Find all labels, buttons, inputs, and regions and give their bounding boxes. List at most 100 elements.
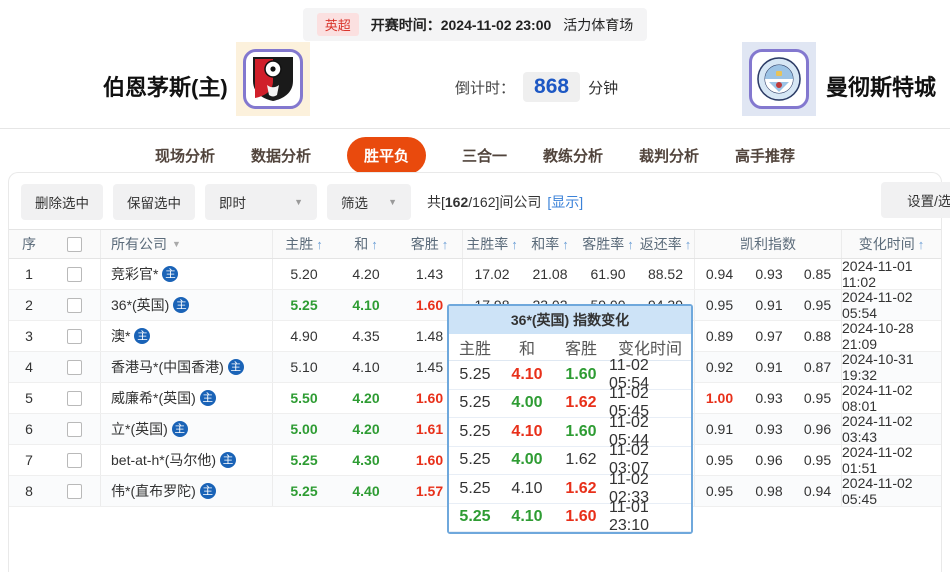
time-filter-select[interactable]: 即时 ▼ <box>205 184 317 220</box>
draw-odds: 4.20 <box>335 383 397 413</box>
popup-header-home: 主胜 <box>449 335 501 359</box>
sort-asc-icon: ↑ <box>685 237 692 252</box>
header-draw-odds[interactable]: 和↑ <box>335 230 397 258</box>
row-checkbox[interactable] <box>67 453 82 468</box>
header-draw-rate[interactable]: 和率↑ <box>521 230 579 258</box>
toolbar: 删除选中 保留选中 即时 ▼ 筛选 ▼ 共[162/162]间公司 [显示] 设… <box>9 173 941 229</box>
row-seq: 6 <box>9 414 49 444</box>
tab-3[interactable]: 胜平负 <box>347 137 426 174</box>
rate-value: 17.02 <box>463 259 521 289</box>
company-cell[interactable]: 36*(英国)主 <box>101 290 273 320</box>
draw-odds: 4.35 <box>335 321 397 351</box>
row-checkbox-cell <box>49 414 101 444</box>
row-seq: 8 <box>9 476 49 506</box>
filter-value: 筛选 <box>341 192 368 212</box>
draw-odds: 4.10 <box>335 352 397 382</box>
draw-odds: 4.40 <box>335 476 397 506</box>
away-team-badge <box>742 42 816 116</box>
kelly-value: 0.94 <box>794 476 842 506</box>
company-cell[interactable]: 澳*主 <box>101 321 273 351</box>
row-checkbox[interactable] <box>67 298 82 313</box>
popup-home-odds: 5.25 <box>449 451 501 469</box>
row-checkbox[interactable] <box>67 360 82 375</box>
host-badge-icon: 主 <box>172 421 188 437</box>
company-name: 澳* <box>111 326 130 346</box>
change-time: 2024-11-02 05:54 <box>842 290 941 320</box>
rate-value: 61.90 <box>579 259 637 289</box>
popup-away-odds: 1.62 <box>553 480 609 498</box>
company-cell[interactable]: 立*(英国)主 <box>101 414 273 444</box>
header-home-rate[interactable]: 主胜率↑ <box>463 230 521 258</box>
kelly-value: 0.97 <box>744 321 794 351</box>
countdown-label: 倒计时： <box>455 77 515 98</box>
company-cell[interactable]: 竞彩官*主 <box>101 259 273 289</box>
company-cell[interactable]: bet-at-h*(马尔他)主 <box>101 445 273 475</box>
match-info-pill: 英超 开赛时间：2024-11-02 23:00 活力体育场 <box>303 8 648 41</box>
popup-home-odds: 5.25 <box>449 508 501 526</box>
tab-2[interactable]: 数据分析 <box>251 145 311 166</box>
change-time: 2024-11-02 03:43 <box>842 414 941 444</box>
header-payout-rate[interactable]: 返还率↑ <box>637 230 695 258</box>
man-city-crest-icon <box>755 55 803 103</box>
row-checkbox[interactable] <box>67 484 82 499</box>
sort-asc-icon: ↑ <box>316 237 323 252</box>
row-seq: 7 <box>9 445 49 475</box>
countdown-unit: 分钟 <box>588 77 618 98</box>
tab-7[interactable]: 高手推荐 <box>735 145 795 166</box>
tab-5[interactable]: 教练分析 <box>543 145 603 166</box>
company-cell[interactable]: 威廉希*(英国)主 <box>101 383 273 413</box>
change-time: 2024-11-01 11:02 <box>842 259 941 289</box>
settings-button[interactable]: 设置/选择 <box>881 182 950 218</box>
popup-home-odds: 5.25 <box>449 366 501 384</box>
company-name: 香港马*(中国香港) <box>111 357 224 377</box>
draw-odds: 4.10 <box>335 290 397 320</box>
home-team-name: 伯恩茅斯(主) <box>103 70 228 102</box>
tab-4[interactable]: 三合一 <box>462 145 507 166</box>
host-badge-icon: 主 <box>162 266 178 282</box>
row-seq: 4 <box>9 352 49 382</box>
popup-body: 5.254.101.6011-02 05:545.254.001.6211-02… <box>449 361 691 532</box>
popup-away-odds: 1.62 <box>553 451 609 469</box>
countdown: 倒计时： 868 分钟 <box>455 72 618 102</box>
row-checkbox-cell <box>49 383 101 413</box>
chevron-down-icon: ▼ <box>172 239 181 249</box>
keep-selected-button[interactable]: 保留选中 <box>113 184 195 220</box>
popup-draw-odds: 4.10 <box>501 508 553 526</box>
header-away-rate[interactable]: 客胜率↑ <box>579 230 637 258</box>
row-seq: 5 <box>9 383 49 413</box>
host-badge-icon: 主 <box>134 328 150 344</box>
popup-header-time: 变化时间 <box>609 335 691 359</box>
home-odds: 5.20 <box>273 259 335 289</box>
header-away-odds[interactable]: 客胜↑ <box>397 230 463 258</box>
delete-selected-button[interactable]: 删除选中 <box>21 184 103 220</box>
company-cell[interactable]: 香港马*(中国香港)主 <box>101 352 273 382</box>
row-checkbox[interactable] <box>67 391 82 406</box>
company-cell[interactable]: 伟*(直布罗陀)主 <box>101 476 273 506</box>
header-change-time[interactable]: 变化时间↑ <box>842 230 941 258</box>
header-divider <box>0 128 950 129</box>
odds-page: { "match_header": { "league": "英超", "kic… <box>0 0 950 503</box>
change-time: 2024-10-31 19:32 <box>842 352 941 382</box>
tab-6[interactable]: 裁判分析 <box>639 145 699 166</box>
company-name: 竞彩官* <box>111 264 158 284</box>
bournemouth-crest-icon <box>251 55 295 103</box>
kickoff-time: 开赛时间：2024-11-02 23:00 <box>371 15 552 35</box>
kelly-value: 0.92 <box>695 352 744 382</box>
change-time: 2024-11-02 08:01 <box>842 383 941 413</box>
row-checkbox[interactable] <box>67 422 82 437</box>
sort-asc-icon: ↑ <box>511 237 518 252</box>
tab-1[interactable]: 现场分析 <box>155 145 215 166</box>
filter-select[interactable]: 筛选 ▼ <box>327 184 411 220</box>
row-checkbox[interactable] <box>67 329 82 344</box>
popup-header-draw: 和 <box>501 335 553 359</box>
teams-header: 伯恩茅斯(主) 倒计时： 868 分钟 <box>0 40 950 128</box>
kelly-value: 0.93 <box>744 259 794 289</box>
show-link[interactable]: [显示] <box>547 192 583 212</box>
draw-odds: 4.30 <box>335 445 397 475</box>
header-home-odds[interactable]: 主胜↑ <box>273 230 335 258</box>
header-company[interactable]: 所有公司 ▼ <box>101 230 273 258</box>
host-badge-icon: 主 <box>200 390 216 406</box>
row-checkbox[interactable] <box>67 267 82 282</box>
rate-value: 21.08 <box>521 259 579 289</box>
select-all-checkbox[interactable] <box>67 237 82 252</box>
